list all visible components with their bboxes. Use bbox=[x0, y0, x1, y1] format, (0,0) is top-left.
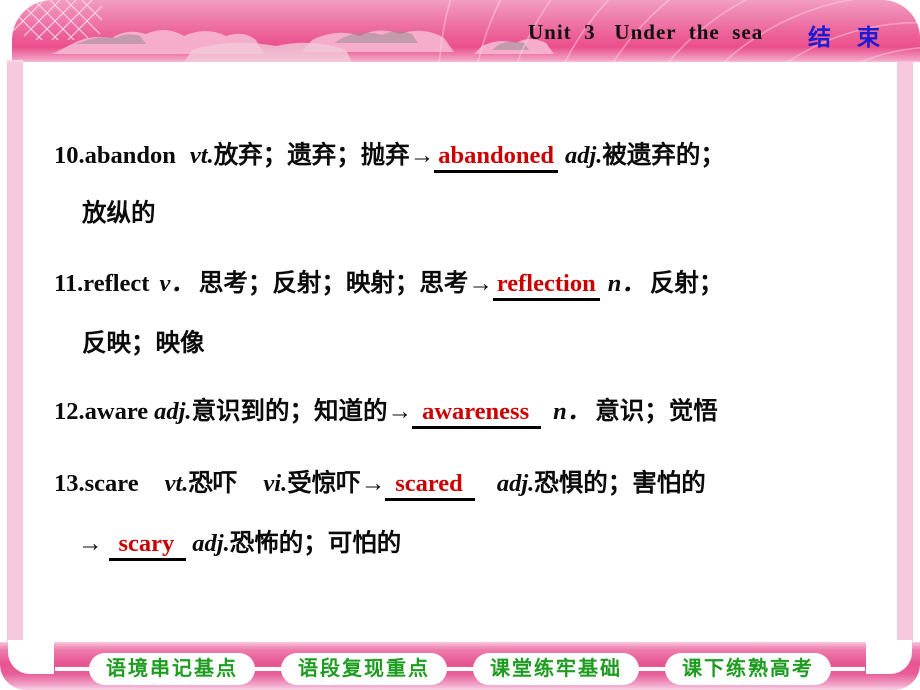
entry-definition: 意识到的；知道的 bbox=[191, 396, 388, 425]
list-item: 12.aware adj.意识到的；知道的→ awareness n． 意识；觉悟 bbox=[54, 392, 718, 429]
entry-definition-3: 恐怖的；可怕的 bbox=[229, 528, 402, 557]
entry-pos-2: n． bbox=[607, 270, 646, 297]
answer-blank[interactable]: scared bbox=[385, 471, 475, 501]
footer-tab-4[interactable]: 课下练熟高考 bbox=[665, 653, 831, 685]
entry-number: 12. bbox=[54, 398, 85, 425]
arrow-icon: → bbox=[409, 142, 435, 169]
entry-pos: adj. bbox=[154, 398, 192, 425]
answer-blank-2[interactable]: scary bbox=[108, 531, 187, 561]
answer-blank[interactable]: awareness bbox=[412, 399, 542, 429]
entry-headword: abandon bbox=[84, 142, 176, 169]
entry-number: 10. bbox=[54, 142, 85, 169]
right-accent-strip bbox=[897, 62, 913, 642]
vocabulary-list: 10.abandon vt.放弃；遗弃；抛弃→ abandoned adj.被遗弃的；… bbox=[30, 100, 885, 620]
entry-pos: v． bbox=[159, 270, 195, 297]
list-item: 11.reflect v． 思考；反射；映射；思考→ reflection n． 反射； bbox=[54, 264, 723, 301]
slide-root: Unit 3 Under the sea 结 束 10.abandon vt.放弃… bbox=[0, 0, 920, 690]
answer-blank[interactable]: reflection bbox=[492, 271, 600, 301]
entry-headword: scare bbox=[84, 470, 139, 497]
arrow-icon: → bbox=[360, 470, 386, 497]
footer-dash-2 bbox=[447, 667, 473, 671]
entry-definition: 放弃；遗弃；抛弃 bbox=[213, 140, 410, 169]
list-item: 13.scare vt.恐吓 vi.受惊吓→ scared adj.恐惧的；害怕的 bbox=[54, 464, 706, 501]
entry-definition-2: 恐惧的；害怕的 bbox=[534, 468, 706, 497]
end-button[interactable]: 结 束 bbox=[808, 18, 889, 52]
entry-pos-1b: vi. bbox=[263, 470, 288, 497]
entry-pos-2: n． bbox=[553, 398, 592, 425]
header-banner: Unit 3 Under the sea 结 束 bbox=[12, 0, 920, 62]
footer-dash-3 bbox=[639, 667, 665, 671]
entry-definition-2: 意识；觉悟 bbox=[595, 396, 718, 425]
footer-dash-right bbox=[831, 667, 865, 671]
left-accent-strip bbox=[7, 62, 23, 642]
arrow-icon: → bbox=[387, 398, 413, 425]
entry-pos: vt. bbox=[189, 142, 214, 169]
entry-number: 13. bbox=[54, 470, 85, 497]
arrow-icon: → bbox=[468, 270, 493, 297]
entry-headword: aware bbox=[84, 398, 149, 425]
content-bottom-spacer bbox=[23, 620, 897, 642]
entry-definition: 思考；反射；映射；思考 bbox=[198, 268, 469, 297]
footer-tab-3[interactable]: 课堂练牢基础 bbox=[473, 653, 639, 685]
footer-tab-2[interactable]: 语段复现重点 bbox=[281, 653, 447, 685]
answer-blank[interactable]: abandoned bbox=[434, 143, 558, 173]
page-title: Unit 3 Under the sea bbox=[528, 20, 764, 44]
list-item: 10.abandon vt.放弃；遗弃；抛弃→ abandoned adj.被遗弃的； bbox=[54, 136, 725, 173]
list-item-wrap: 反映；映像 bbox=[82, 328, 205, 357]
footer-tab-1[interactable]: 语境串记基点 bbox=[89, 653, 255, 685]
list-item-wrap: 放纵的 bbox=[82, 198, 156, 227]
list-item-wrap: → scary adj.恐怖的；可怕的 bbox=[78, 524, 401, 561]
entry-definition-2: 被遗弃的； bbox=[602, 140, 725, 169]
entry-pos-3: adj. bbox=[192, 530, 230, 557]
entry-definition: 恐吓 bbox=[188, 468, 238, 497]
entry-definition-1b: 受惊吓 bbox=[287, 468, 361, 497]
footer-dash-left bbox=[55, 667, 89, 671]
entry-pos-2: adj. bbox=[496, 470, 535, 497]
entry-definition-2: 反射； bbox=[649, 268, 724, 297]
arc-lines-decoration-icon bbox=[12, 0, 920, 62]
footer-nav: 语境串记基点 语段复现重点 课堂练牢基础 课下练熟高考 bbox=[0, 640, 920, 690]
arrow-icon-2: → bbox=[78, 530, 103, 557]
footer-dash-1 bbox=[255, 667, 281, 671]
lattice-decoration-icon bbox=[12, 0, 102, 40]
entry-pos: vt. bbox=[164, 470, 189, 497]
entry-number: 11. bbox=[54, 270, 84, 297]
entry-headword: reflect bbox=[83, 270, 150, 297]
entry-pos-2: adj. bbox=[564, 142, 603, 169]
